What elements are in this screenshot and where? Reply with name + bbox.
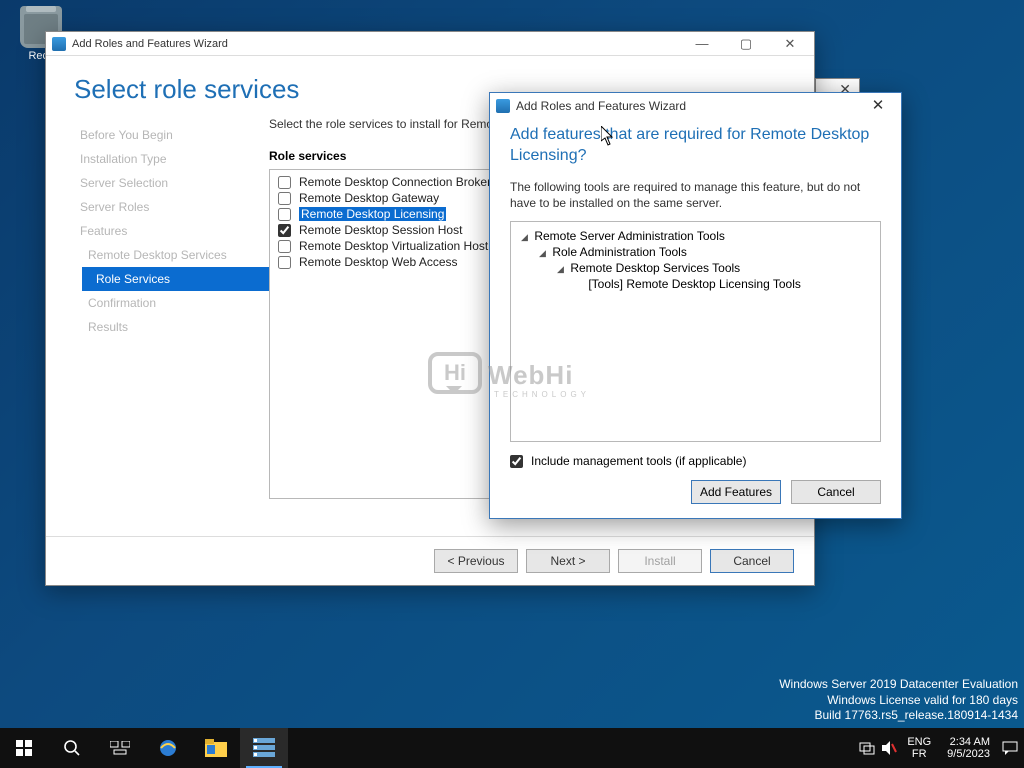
- tree-item-label: [Tools] Remote Desktop Licensing Tools: [585, 277, 801, 291]
- role-checkbox[interactable]: [278, 224, 291, 237]
- tree-item-label: Remote Desktop Services Tools: [567, 261, 740, 275]
- tree-expander-icon[interactable]: ◢: [557, 264, 567, 275]
- role-label: Remote Desktop Session Host: [299, 223, 462, 237]
- step-server-selection[interactable]: Server Selection: [74, 171, 269, 195]
- install-button[interactable]: Install: [618, 549, 702, 573]
- search-button[interactable]: [48, 728, 96, 768]
- maximize-button[interactable]: ▢: [724, 33, 768, 55]
- tree-item-label: Role Administration Tools: [549, 245, 687, 259]
- tray-network-icon[interactable]: [859, 740, 875, 756]
- internet-explorer-icon[interactable]: [144, 728, 192, 768]
- role-checkbox[interactable]: [278, 176, 291, 189]
- dialog-titlebar[interactable]: Add Roles and Features Wizard ✕: [490, 93, 901, 119]
- server-manager-icon[interactable]: [240, 728, 288, 768]
- tree-item-label: Remote Server Administration Tools: [531, 229, 725, 243]
- dialog-title: Add Roles and Features Wizard: [516, 99, 857, 113]
- tree-item[interactable]: ◢ Role Administration Tools: [521, 244, 870, 260]
- tree-item[interactable]: ◢ Remote Server Administration Tools: [521, 228, 870, 244]
- features-tree[interactable]: ◢ Remote Server Administration Tools◢ Ro…: [510, 221, 881, 442]
- tree-item[interactable]: [Tools] Remote Desktop Licensing Tools: [521, 276, 870, 292]
- role-label: Remote Desktop Licensing: [299, 207, 446, 221]
- step-features[interactable]: Features: [74, 219, 269, 243]
- include-mgmt-tools-input[interactable]: [510, 455, 523, 468]
- task-view-button[interactable]: [96, 728, 144, 768]
- tray-volume-icon[interactable]: [881, 740, 897, 756]
- add-features-dialog: Add Roles and Features Wizard ✕ Add feat…: [489, 92, 902, 519]
- include-mgmt-tools-label: Include management tools (if applicable): [531, 454, 746, 468]
- dialog-question: Add features that are required for Remot…: [510, 125, 881, 167]
- taskbar[interactable]: ENG FR 2:34 AM 9/5/2023: [0, 728, 1024, 768]
- minimize-button[interactable]: —: [680, 33, 724, 55]
- os-watermark: Windows Server 2019 Datacenter Evaluatio…: [779, 677, 1018, 724]
- wizard-footer: < Previous Next > Install Cancel: [46, 536, 814, 585]
- include-mgmt-tools-checkbox[interactable]: Include management tools (if applicable): [510, 454, 881, 468]
- start-button[interactable]: [0, 728, 48, 768]
- step-installation-type[interactable]: Installation Type: [74, 147, 269, 171]
- role-checkbox[interactable]: [278, 192, 291, 205]
- role-label: Remote Desktop Virtualization Host: [299, 239, 488, 253]
- role-checkbox[interactable]: [278, 240, 291, 253]
- tree-expander-icon[interactable]: ◢: [521, 232, 531, 243]
- next-button[interactable]: Next >: [526, 549, 610, 573]
- tree-expander-icon[interactable]: ◢: [539, 248, 549, 259]
- wizard-steps-sidebar: Before You BeginInstallation TypeServer …: [74, 115, 269, 500]
- role-label: Remote Desktop Connection Broker: [299, 175, 491, 189]
- add-features-button[interactable]: Add Features: [691, 480, 781, 504]
- file-explorer-icon[interactable]: [192, 728, 240, 768]
- tree-item[interactable]: ◢ Remote Desktop Services Tools: [521, 260, 870, 276]
- dialog-close-button[interactable]: ✕: [857, 94, 899, 118]
- app-icon: [496, 99, 510, 113]
- step-before-you-begin[interactable]: Before You Begin: [74, 123, 269, 147]
- step-results[interactable]: Results: [74, 315, 269, 339]
- language-indicator[interactable]: ENG FR: [903, 736, 935, 760]
- wizard-titlebar[interactable]: Add Roles and Features Wizard — ▢ ✕: [46, 32, 814, 56]
- step-confirmation[interactable]: Confirmation: [74, 291, 269, 315]
- cancel-button[interactable]: Cancel: [710, 549, 794, 573]
- step-remote-desktop-services[interactable]: Remote Desktop Services: [74, 243, 269, 267]
- role-label: Remote Desktop Web Access: [299, 255, 458, 269]
- close-button[interactable]: ✕: [768, 33, 812, 55]
- wizard-title: Add Roles and Features Wizard: [72, 38, 680, 50]
- step-server-roles[interactable]: Server Roles: [74, 195, 269, 219]
- system-tray[interactable]: ENG FR 2:34 AM 9/5/2023: [859, 736, 1024, 760]
- clock[interactable]: 2:34 AM 9/5/2023: [941, 736, 996, 760]
- dialog-description: The following tools are required to mana…: [510, 179, 881, 211]
- app-icon: [52, 37, 66, 51]
- role-label: Remote Desktop Gateway: [299, 191, 439, 205]
- role-checkbox[interactable]: [278, 208, 291, 221]
- previous-button[interactable]: < Previous: [434, 549, 518, 573]
- action-center-icon[interactable]: [1002, 740, 1018, 756]
- dialog-cancel-button[interactable]: Cancel: [791, 480, 881, 504]
- step-role-services[interactable]: Role Services: [82, 267, 269, 291]
- role-checkbox[interactable]: [278, 256, 291, 269]
